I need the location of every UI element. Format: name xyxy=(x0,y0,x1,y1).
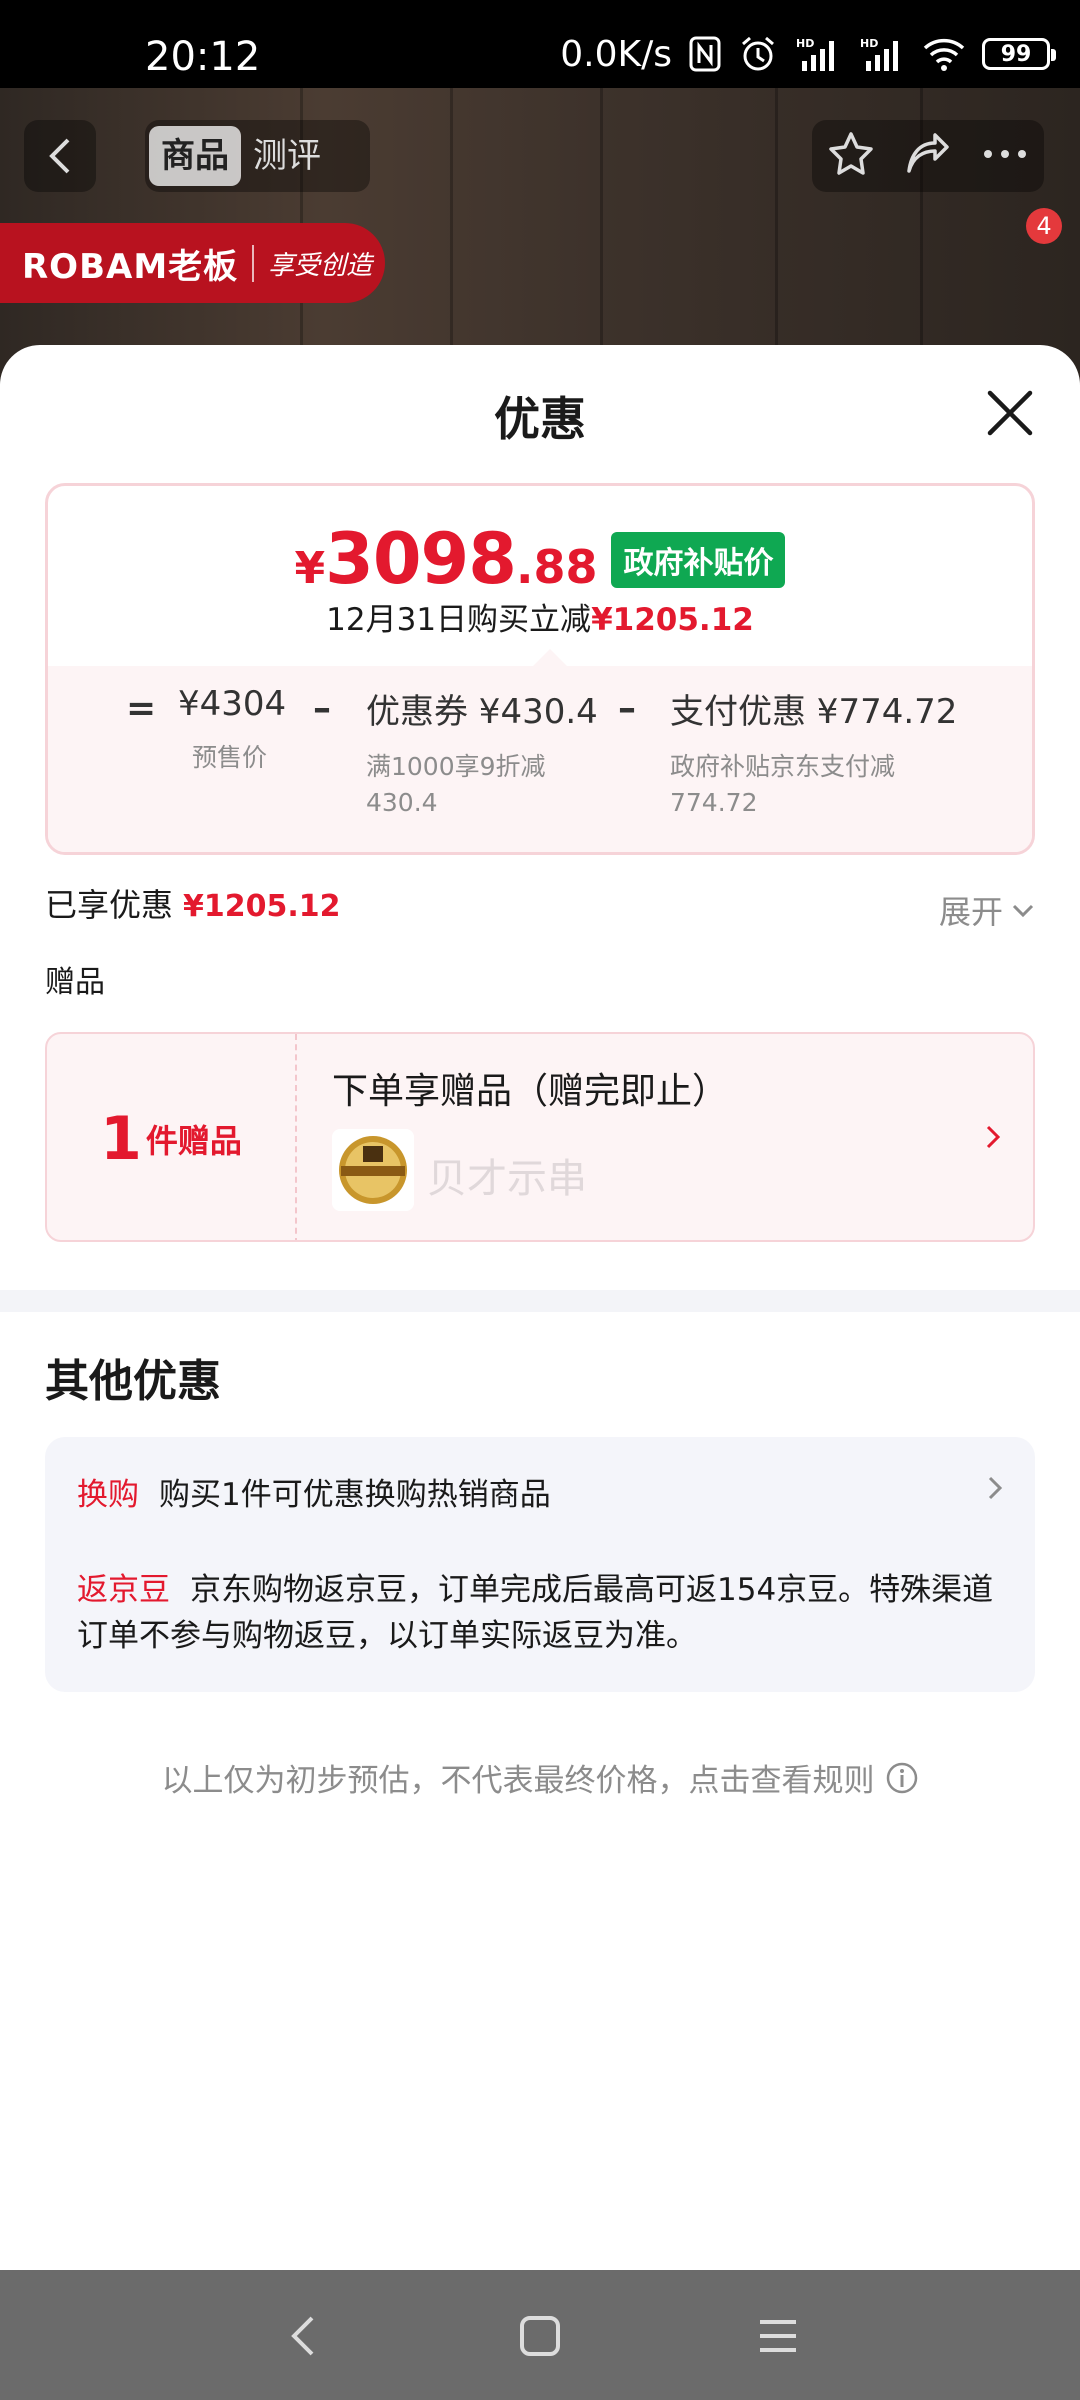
expand-label: 展开 xyxy=(938,893,1003,931)
discount-sheet: 优惠 ¥ 3098 .88 政府补贴价 12月31日购买立减¥1205.12 =… xyxy=(0,345,1080,2270)
gift-thumbnail xyxy=(332,1129,414,1211)
svg-text:HD: HD xyxy=(860,37,878,50)
enjoyed-discount: 已享优惠 ¥1205.12 xyxy=(45,880,341,926)
footnote-text: 以上仅为初步预估，不代表最终价格，点击查看规则 xyxy=(161,1763,875,1799)
share-icon[interactable] xyxy=(903,129,953,183)
coupon-note-line2: 430.4 xyxy=(366,788,438,817)
payment-note: 政府补贴京东支付减 774.72 xyxy=(670,749,957,821)
nav-back-icon[interactable] xyxy=(275,2308,331,2364)
payment-note-line2: 774.72 xyxy=(670,788,758,817)
back-button[interactable] xyxy=(24,120,96,192)
other-discounts-box: 换购 购买1件可优惠换购热销商品 返京豆 京东购物返京豆，订单完成后最高可返154京… xyxy=(45,1437,1035,1692)
final-price: ¥ 3098 .88 政府补贴价 xyxy=(48,518,1032,600)
gift-count: 1 件赠品 xyxy=(47,1034,297,1240)
other-discounts-title: 其他优惠 xyxy=(45,1356,221,1407)
enjoyed-amount: ¥1205.12 xyxy=(183,889,341,924)
gift-section-label: 赠品 xyxy=(45,965,105,1000)
presale-amount: ¥4304 xyxy=(178,684,287,724)
gift-card[interactable]: 1 件赠品 下单享赠品（赠完即止） 贝才示串 xyxy=(45,1032,1035,1242)
payment-note-line1: 政府补贴京东支付减 xyxy=(670,752,896,781)
sheet-title: 优惠 xyxy=(494,392,586,446)
price-subtitle-text: 12月31日购买立减 xyxy=(326,602,592,638)
brand-name: ROBAM老板 xyxy=(22,246,239,287)
trade-in-text: 购买1件可优惠换购热销商品 xyxy=(159,1477,551,1513)
brand-banner: ROBAM老板 享受创造 xyxy=(0,223,385,303)
close-button[interactable] xyxy=(982,385,1038,441)
jd-beans-row: 返京豆 京东购物返京豆，订单完成后最高可返154京豆。特殊渠道订单不参与购物返豆，… xyxy=(77,1567,1007,1659)
wifi-icon xyxy=(922,36,966,72)
gift-count-unit: 件赠品 xyxy=(145,1122,242,1160)
enjoyed-label: 已享优惠 xyxy=(45,886,174,924)
breakdown-coupon: 优惠券 ¥430.4 满1000享9折减 430.4 xyxy=(366,684,598,821)
brand-slogan: 享受创造 xyxy=(252,244,372,282)
notification-badge: 4 xyxy=(1026,208,1062,244)
signal-hd-icon-2: HD xyxy=(858,35,906,73)
presale-label: 预售价 xyxy=(192,743,268,772)
trade-in-tag: 换购 xyxy=(77,1477,139,1513)
system-nav-bar xyxy=(0,2270,1080,2400)
gift-count-number: 1 xyxy=(100,1104,142,1174)
chevron-left-icon xyxy=(49,138,70,174)
svg-text:HD: HD xyxy=(796,37,814,50)
info-icon xyxy=(886,1762,917,1793)
equals-sign: = xyxy=(126,688,157,729)
status-bar: 20:12 0.0K/s HD HD 99 xyxy=(0,0,1080,88)
tab-review[interactable]: 测评 xyxy=(241,126,333,186)
gift-title: 下单享赠品（赠完即止） xyxy=(332,1071,729,1112)
minus-sign-1: – xyxy=(313,688,331,729)
coupon-note: 满1000享9折减 430.4 xyxy=(366,749,598,821)
trade-in-chevron-right-icon[interactable] xyxy=(985,1473,1005,1507)
battery-icon: 99 xyxy=(982,38,1056,70)
more-icon[interactable] xyxy=(980,144,1030,168)
nav-menu-icon[interactable] xyxy=(750,2308,806,2364)
gift-chevron-right-icon xyxy=(983,1122,1003,1156)
breakdown-payment: 支付优惠 ¥774.72 政府补贴京东支付减 774.72 xyxy=(670,684,957,821)
price-subtitle-amount: ¥1205.12 xyxy=(591,602,754,638)
price-decimal: .88 xyxy=(515,540,598,594)
price-breakdown: = ¥4304 预售价 – 优惠券 ¥430.4 满1000享9折减 430.4… xyxy=(48,666,1032,852)
price-subtitle: 12月31日购买立减¥1205.12 xyxy=(48,594,1032,639)
nfc-icon xyxy=(688,35,722,73)
jd-beans-text: 京东购物返京豆，订单完成后最高可返154京豆。特殊渠道订单不参与购物返豆，以订单… xyxy=(77,1572,994,1654)
price-card: ¥ 3098 .88 政府补贴价 12月31日购买立减¥1205.12 = ¥4… xyxy=(45,483,1035,855)
status-time: 20:12 xyxy=(145,34,261,80)
alarm-icon xyxy=(738,34,778,74)
gift-watermark: 贝才示串 xyxy=(427,1156,587,1202)
expand-button[interactable]: 展开 xyxy=(939,887,1035,933)
jd-beans-tag: 返京豆 xyxy=(77,1572,170,1608)
gov-subsidy-badge: 政府补贴价 xyxy=(611,532,786,588)
header-actions xyxy=(812,120,1044,192)
coupon-amount: 优惠券 ¥430.4 xyxy=(366,692,598,732)
trade-in-row[interactable]: 换购 购买1件可优惠换购热销商品 xyxy=(77,1469,551,1514)
coupon-note-line1: 满1000享9折减 xyxy=(366,752,546,781)
close-icon xyxy=(987,390,1033,436)
header-tabs: 商品 测评 xyxy=(145,120,370,192)
minus-sign-2: – xyxy=(618,688,636,729)
chevron-down-icon xyxy=(1012,904,1034,918)
breakdown-presale: ¥4304 预售价 xyxy=(178,684,286,776)
net-speed: 0.0K/s xyxy=(560,33,672,75)
payment-discount-amount: 支付优惠 ¥774.72 xyxy=(670,692,958,732)
favorite-star-icon[interactable] xyxy=(826,129,876,183)
signal-hd-icon-1: HD xyxy=(794,35,842,73)
nav-home-icon[interactable] xyxy=(512,2308,568,2364)
section-divider xyxy=(0,1290,1080,1312)
status-icons: 0.0K/s HD HD 99 xyxy=(560,32,1056,76)
price-integer: 3098 xyxy=(325,518,517,600)
rules-footnote[interactable]: 以上仅为初步预估，不代表最终价格，点击查看规则 xyxy=(0,1755,1080,1800)
final-price-area: ¥ 3098 .88 政府补贴价 12月31日购买立减¥1205.12 xyxy=(48,486,1032,666)
tab-product[interactable]: 商品 xyxy=(149,126,241,186)
price-symbol: ¥ xyxy=(294,543,326,594)
